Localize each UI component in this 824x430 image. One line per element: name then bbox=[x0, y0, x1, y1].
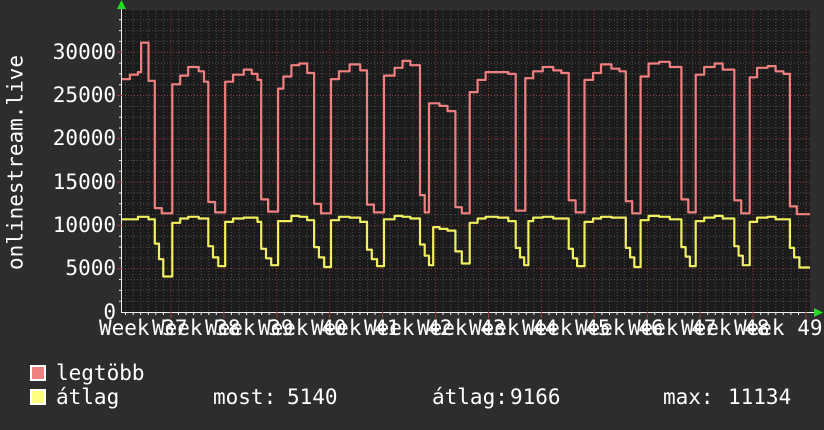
y-tick-label: 20000 bbox=[52, 126, 116, 150]
legend-swatch-atlag bbox=[30, 389, 46, 405]
rrd-graph: onlinestream.live 0 5000 10000 15000 20000 25… bbox=[0, 0, 824, 430]
stat-max-label: max: bbox=[663, 385, 714, 409]
legend-label-atlag: átlag bbox=[56, 385, 120, 409]
y-tick-label: 30000 bbox=[52, 40, 116, 64]
stat-most-label: most: bbox=[213, 385, 277, 409]
x-tick-label: Week 49 bbox=[734, 316, 823, 340]
y-tick-label: 5000 bbox=[65, 256, 116, 280]
y-tick-label: 15000 bbox=[52, 170, 116, 194]
y-tick-label: 10000 bbox=[52, 213, 116, 237]
y-tick-label: 25000 bbox=[52, 83, 116, 107]
legend-swatch-legtobb bbox=[30, 365, 46, 381]
stat-most-value: 5140 bbox=[287, 385, 338, 409]
legend-label-legtobb: legtöbb bbox=[56, 361, 145, 385]
stat-max-value: 11134 bbox=[728, 385, 792, 409]
stat-atlag-label: átlag: bbox=[432, 385, 508, 409]
stat-atlag-value: 9166 bbox=[510, 385, 561, 409]
